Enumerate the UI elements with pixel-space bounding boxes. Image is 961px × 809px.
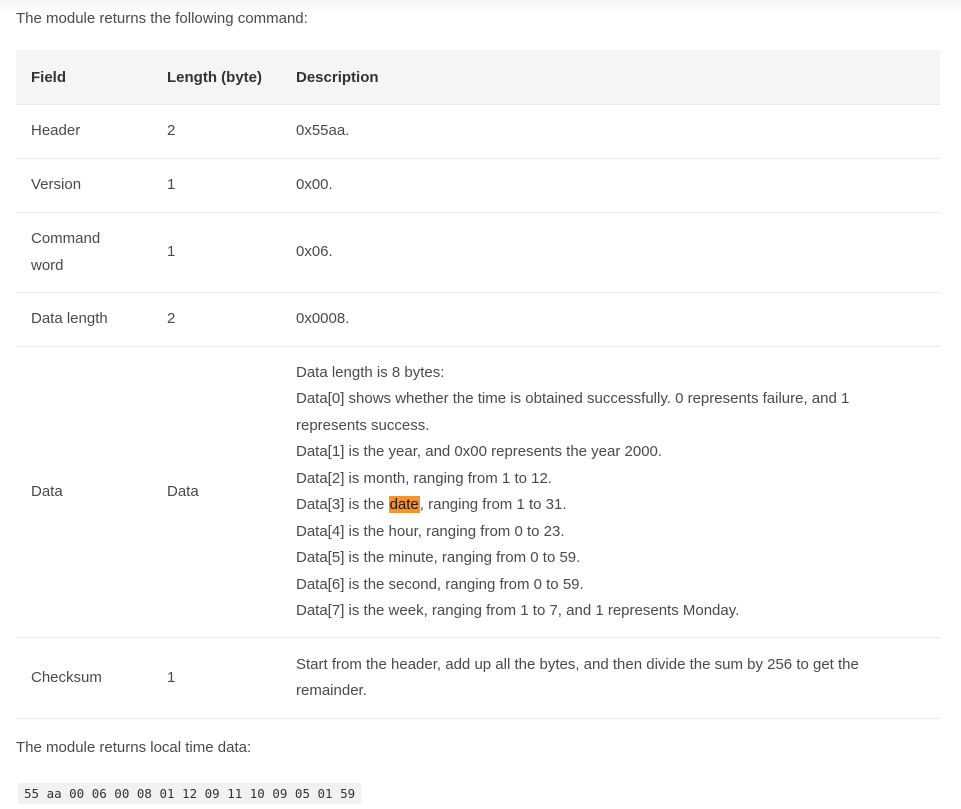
description-cell: 0x55aa. (281, 104, 940, 159)
column-header-length: Length (byte) (152, 50, 281, 105)
description-line: Data[0] shows whether the time is obtain… (296, 390, 850, 434)
description-line: Data[7] is the week, ranging from 1 to 7… (296, 602, 740, 619)
description-cell: Data length is 8 bytes: Data[0] shows wh… (281, 346, 940, 638)
description-line: Data[2] is month, ranging from 1 to 12. (296, 469, 552, 487)
field-cell: Data (16, 346, 152, 638)
table-row: Data Data Data length is 8 bytes: Data[0… (16, 346, 940, 638)
description-cell: 0x00. (281, 158, 940, 213)
description-line: Data[3] is the date, ranging from 1 to 3… (296, 492, 925, 519)
field-cell: Checksum (16, 637, 152, 719)
field-cell: Header (16, 104, 152, 159)
length-cell: 1 (152, 158, 281, 213)
search-highlight: date (388, 496, 420, 513)
table-row: Checksum 1 Start from the header, add up… (16, 637, 940, 719)
description-line: Data length is 8 bytes: (296, 363, 445, 381)
intro-text: The module returns the following command… (16, 10, 308, 27)
code-sample: 55 aa 00 06 00 08 01 12 09 11 10 09 05 0… (18, 783, 362, 804)
length-cell: 2 (152, 104, 281, 159)
description-line: Data[1] is the year, and 0x00 represents… (296, 443, 663, 460)
table-row: Version 1 0x00. (16, 158, 940, 213)
field-cell: Command word (16, 212, 152, 293)
description-line: Data[5] is the minute, ranging from 0 to… (296, 549, 581, 566)
table-header-row: Field Length (byte) Description (16, 50, 940, 105)
length-cell: 1 (152, 212, 281, 293)
description-cell: 0x0008. (281, 292, 940, 347)
table-row: Data length 2 0x0008. (16, 292, 940, 347)
description-text: Start from the header, add up all the by… (296, 655, 859, 700)
command-fields-table: Field Length (byte) Description Header 2… (16, 50, 940, 719)
description-cell: 0x06. (281, 212, 940, 293)
field-cell: Data length (16, 292, 152, 347)
table-row: Command word 1 0x06. (16, 212, 940, 293)
description-line: Data[4] is the hour, ranging from 0 to 2… (296, 522, 565, 540)
length-cell: 1 (152, 637, 281, 719)
description-cell: Start from the header, add up all the by… (281, 637, 940, 719)
field-cell: Version (16, 158, 152, 213)
length-cell: Data (152, 346, 281, 638)
length-cell: 2 (152, 292, 281, 347)
field-cell-text: Command word (31, 230, 101, 274)
local-time-intro: The module returns local time data: (16, 739, 252, 756)
description-line-prefix: Data[3] is the (296, 496, 389, 513)
description-line-suffix: , ranging from 1 to 31. (419, 496, 567, 513)
description-line: Data[6] is the second, ranging from 0 to… (296, 575, 584, 593)
table-row: Header 2 0x55aa. (16, 104, 940, 159)
column-header-description: Description (281, 50, 940, 105)
column-header-field: Field (16, 50, 152, 105)
